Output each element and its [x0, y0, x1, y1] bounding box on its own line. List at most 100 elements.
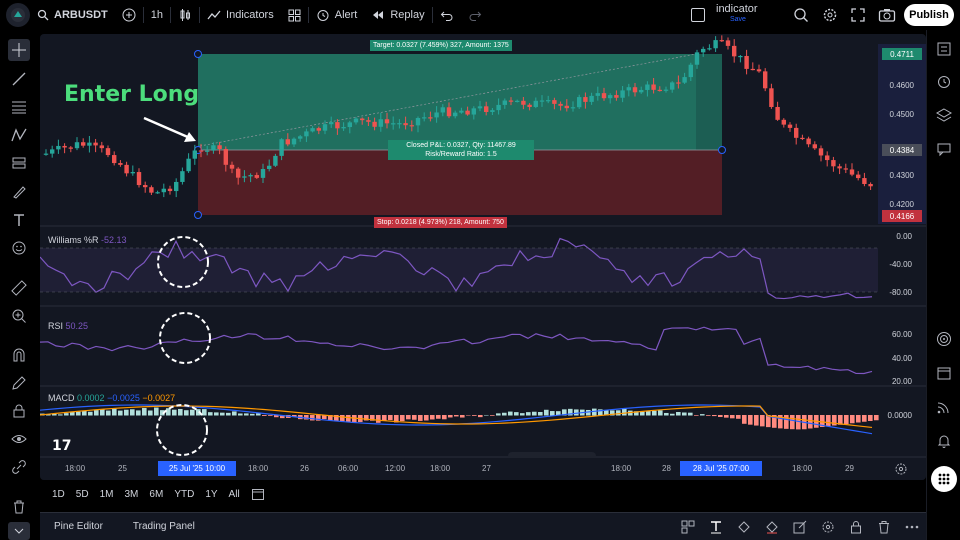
- watchlist-button[interactable]: [933, 38, 955, 60]
- interval-button[interactable]: 1h: [144, 0, 170, 30]
- time-label: 18:00: [248, 464, 269, 473]
- fill-color-button[interactable]: [734, 517, 754, 537]
- brush-tool[interactable]: [8, 181, 30, 203]
- candle-body: [229, 164, 235, 169]
- rsi-axis-2: 20.00: [891, 377, 912, 386]
- range-button-6m[interactable]: 6M: [149, 489, 163, 500]
- range-button-1y[interactable]: 1Y: [205, 489, 217, 500]
- news-button[interactable]: [933, 396, 955, 418]
- candles-icon: [180, 9, 191, 21]
- remove-drawings-tool[interactable]: [8, 496, 30, 518]
- undo-icon: [440, 11, 453, 21]
- crosshair-tool[interactable]: [8, 39, 30, 61]
- rsi-legend[interactable]: RSI 50.25: [48, 321, 88, 331]
- publish-button[interactable]: Publish: [904, 4, 954, 26]
- object-tree-button[interactable]: [933, 104, 955, 126]
- apps-button[interactable]: [931, 466, 957, 492]
- closed-pnl-label: Closed P&L: 0.0327, Qty: 11467.89 Risk/R…: [388, 140, 534, 160]
- text-tool[interactable]: [8, 209, 30, 231]
- goto-date-button[interactable]: [251, 487, 265, 501]
- range-button-3m[interactable]: 3M: [125, 489, 139, 500]
- candle-body: [347, 122, 352, 128]
- ideas-button[interactable]: [933, 328, 955, 350]
- candle-body: [738, 55, 743, 58]
- range-button-5d[interactable]: 5D: [76, 489, 89, 500]
- trend-line-tool[interactable]: [8, 68, 30, 90]
- candle-body: [440, 107, 445, 113]
- time-axis[interactable]: 25 Jul '25 10:00 28 Jul '25 07:00 18:00 2…: [40, 458, 926, 480]
- candle-body: [167, 188, 173, 192]
- macd-bar: [268, 415, 273, 416]
- delete-object-button[interactable]: [874, 517, 894, 537]
- quick-search-button[interactable]: [793, 7, 809, 23]
- candle-body: [260, 169, 266, 178]
- chart-container[interactable]: Enter Long Target: 0.0327 (7.459%) 327, …: [40, 34, 926, 480]
- icon-tool[interactable]: [8, 237, 30, 259]
- indicators-button[interactable]: Indicators: [200, 0, 281, 30]
- candle-body: [161, 188, 166, 193]
- stay-drawing-tool[interactable]: [8, 372, 30, 394]
- text-style-button[interactable]: [706, 517, 726, 537]
- macd-bar: [706, 415, 711, 416]
- position-handle-top[interactable]: [194, 50, 202, 58]
- more-options-button[interactable]: [902, 517, 922, 537]
- position-handle-right[interactable]: [718, 146, 726, 154]
- undo-button[interactable]: [433, 0, 461, 30]
- collapse-toolbar-button[interactable]: [8, 522, 30, 540]
- magnet-tool[interactable]: [8, 344, 30, 366]
- tab-trading-panel[interactable]: Trading Panel: [133, 521, 195, 532]
- range-button-1d[interactable]: 1D: [52, 489, 65, 500]
- candle-body: [149, 187, 154, 193]
- link-tool[interactable]: [8, 456, 30, 478]
- lock-drawings-tool[interactable]: [8, 400, 30, 422]
- position-tool[interactable]: [8, 152, 30, 174]
- layout-save-status: Save: [730, 16, 746, 23]
- object-settings-button[interactable]: [818, 517, 838, 537]
- macd-legend[interactable]: MACD 0.0002 −0.0025 −0.0027: [48, 393, 175, 403]
- replay-button[interactable]: Replay: [364, 0, 431, 30]
- chart-type-button[interactable]: [171, 0, 199, 30]
- time-label: 28: [662, 464, 671, 473]
- fib-icon: [12, 101, 26, 114]
- templates-button[interactable]: [678, 517, 698, 537]
- chats-button[interactable]: [933, 138, 955, 160]
- pattern-tool[interactable]: [8, 124, 30, 146]
- williams-legend[interactable]: Williams %R -52.13: [48, 235, 127, 245]
- candle-body: [434, 112, 439, 118]
- position-handle-bottom[interactable]: [194, 211, 202, 219]
- alert-button[interactable]: Alert: [309, 0, 365, 30]
- fib-tool[interactable]: [8, 96, 30, 118]
- layout-select-checkbox[interactable]: [691, 8, 705, 22]
- candle-body: [198, 150, 204, 152]
- candle-body: [360, 118, 365, 121]
- range-button-all[interactable]: All: [229, 489, 240, 500]
- notifications-button[interactable]: [933, 430, 955, 452]
- user-avatar[interactable]: [6, 3, 30, 27]
- time-axis-settings-button[interactable]: [894, 462, 908, 476]
- zoom-in-tool[interactable]: [8, 305, 30, 327]
- macd-bar: [868, 415, 873, 421]
- range-button-1m[interactable]: 1M: [100, 489, 114, 500]
- measure-tool[interactable]: [8, 277, 30, 299]
- calendar-button[interactable]: [933, 362, 955, 384]
- candle-body: [273, 155, 278, 166]
- symbol-search[interactable]: ARBUSDT: [30, 0, 115, 30]
- tab-pine-editor[interactable]: Pine Editor: [54, 521, 103, 532]
- fullscreen-button[interactable]: [850, 7, 866, 23]
- edit-button[interactable]: [790, 517, 810, 537]
- candle-body: [422, 117, 427, 119]
- line-color-button[interactable]: [762, 517, 782, 537]
- settings-button[interactable]: [822, 7, 838, 23]
- alerts-button[interactable]: [933, 70, 955, 92]
- candle-body: [694, 52, 700, 65]
- lock-object-button[interactable]: [846, 517, 866, 537]
- snapshot-button[interactable]: [878, 7, 896, 23]
- range-button-ytd[interactable]: YTD: [174, 489, 194, 500]
- macd-bar: [214, 412, 219, 416]
- compare-button[interactable]: [115, 0, 143, 30]
- zoom-in-icon: [12, 309, 26, 323]
- hide-drawings-tool[interactable]: [8, 428, 30, 450]
- templates-button[interactable]: [281, 0, 308, 30]
- redo-button[interactable]: [461, 0, 489, 30]
- layout-name[interactable]: indicator: [716, 4, 758, 15]
